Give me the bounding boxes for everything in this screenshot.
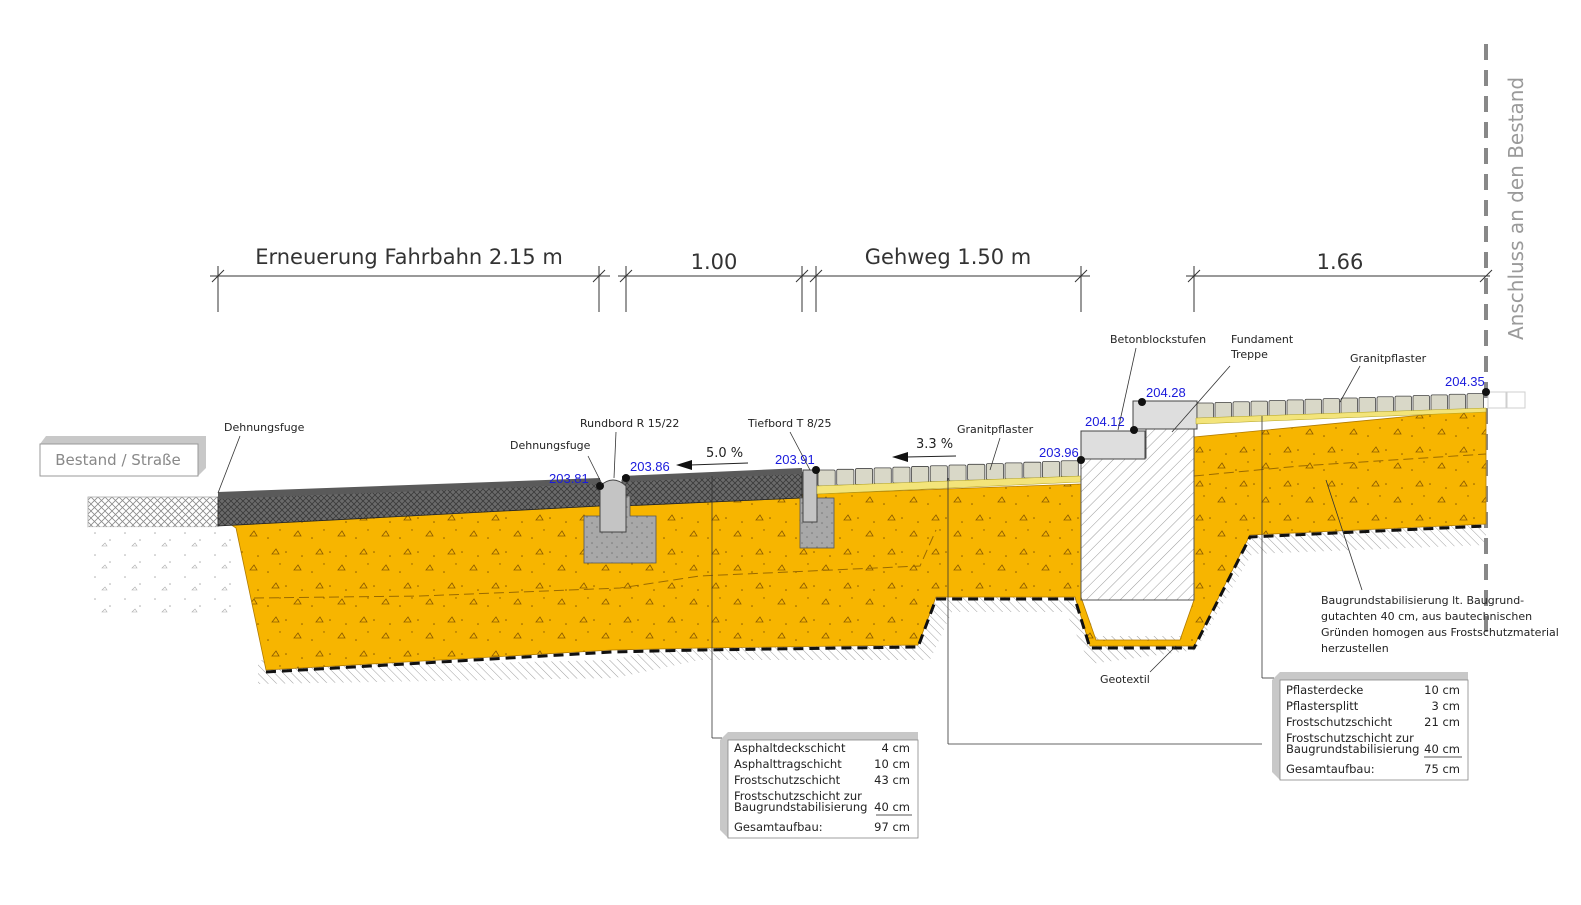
layer-table-walk: Pflasterdecke 10 cm Pflastersplitt 3 cm …: [1272, 672, 1469, 781]
paver-stone: [1286, 399, 1304, 417]
bestand-label: Bestand / Straße: [55, 451, 180, 469]
fundament-treppe: [1080, 400, 1198, 601]
paver-stone: [1060, 460, 1079, 478]
label-geotextil: Geotextil: [1100, 673, 1150, 686]
paver-stone: [1042, 461, 1061, 478]
road-row-2-value: 10 cm: [874, 757, 910, 771]
dim-gehweg: Gehweg 1.50 m: [865, 245, 1032, 269]
dim-right: 1.66: [1317, 250, 1364, 274]
bestand-box: Bestand / Straße: [39, 436, 206, 477]
elevation-204-28: 204.28: [1146, 385, 1186, 400]
paver-stone: [1394, 395, 1412, 413]
paver-stone: [1023, 461, 1042, 479]
anschluss-label: Anschluss an den Bestand: [1504, 77, 1528, 340]
label-dehnungsfuge-left: Dehnungsfuge: [224, 421, 305, 434]
paver-stone: [1304, 398, 1322, 416]
elevation-203-91: 203.91: [775, 452, 815, 467]
walk-stab-2: Baugrundstabilisierung: [1286, 742, 1419, 756]
cross-section-drawing: Erneuerung Fahrbahn 2.15 m 1.00 Gehweg 1…: [0, 0, 1581, 900]
paver-stone: [1430, 394, 1448, 412]
paver-stone: [855, 468, 874, 485]
label-baugrund-1: Baugrundstabilisierung lt. Baugrund-: [1321, 594, 1524, 607]
paver-stone: [1340, 397, 1358, 415]
paver-stone: [836, 468, 855, 486]
label-baugrund-3: Gründen homogen aus Frostschutzmaterial: [1321, 626, 1559, 639]
slope-arrow-road: [676, 460, 749, 470]
paver-stone: [948, 464, 967, 482]
elevation-203-81: 203.81: [549, 471, 589, 486]
label-fundament: Fundament: [1231, 333, 1294, 346]
walk-row-2-name: Pflastersplitt: [1286, 699, 1359, 713]
paver-stone: [1196, 402, 1214, 420]
paver-stone: [1268, 400, 1286, 417]
paver-stone: [1358, 396, 1376, 414]
walk-total-value: 75 cm: [1424, 762, 1460, 776]
walk-row-3-name: Frostschutzschicht: [1286, 715, 1393, 729]
walk-row-1-value: 10 cm: [1424, 683, 1460, 697]
existing-road: [87, 496, 233, 617]
label-granitpflaster-right: Granitpflaster: [1350, 352, 1427, 365]
label-baugrund-4: herzustellen: [1321, 642, 1389, 655]
walk-stab-value: 40 cm: [1424, 742, 1460, 756]
elevation-203-86: 203.86: [630, 459, 670, 474]
label-treppe: Treppe: [1230, 348, 1268, 361]
dim-fahrbahn: Erneuerung Fahrbahn 2.15 m: [255, 245, 563, 269]
paver-stone: [1250, 400, 1268, 418]
road-row-1-name: Asphaltdeckschicht: [734, 741, 846, 755]
slope-road: 5.0 %: [706, 446, 743, 461]
label-dehnungsfuge-mid: Dehnungsfuge: [510, 439, 591, 452]
road-row-3-value: 43 cm: [874, 773, 910, 787]
paver-stone: [1412, 395, 1430, 412]
dimension-line: [210, 266, 1493, 312]
paver-stone: [985, 463, 1004, 481]
elevation-204-35: 204.35: [1445, 374, 1485, 389]
road-stab-2: Baugrundstabilisierung: [734, 800, 867, 814]
layer-table-road: Asphaltdeckschicht 4 cm Asphalttragschic…: [720, 732, 919, 839]
slope-arrow-walk: [892, 452, 957, 462]
label-granitpflaster-mid: Granitpflaster: [957, 423, 1034, 436]
road-total-name: Gesamtaufbau:: [734, 820, 823, 834]
label-baugrund-2: gutachten 40 cm, aus bautechnischen: [1321, 610, 1532, 623]
paver-stone: [1448, 393, 1466, 411]
walk-row-1-name: Pflasterdecke: [1286, 683, 1363, 697]
drawing-canvas: Erneuerung Fahrbahn 2.15 m 1.00 Gehweg 1…: [39, 44, 1559, 839]
walk-total-name: Gesamtaufbau:: [1286, 762, 1375, 776]
paver-stone: [1466, 393, 1484, 411]
road-stab-value: 40 cm: [874, 800, 910, 814]
paver-stone: [929, 465, 948, 483]
dim-mid: 1.00: [691, 250, 738, 274]
betonblock-step-1: [1080, 430, 1146, 460]
label-rundbord: Rundbord R 15/22: [580, 417, 679, 430]
paver-stone: [1004, 462, 1023, 480]
paver-stone: [1214, 401, 1232, 419]
road-total-value: 97 cm: [874, 820, 910, 834]
paver-stone: [1376, 396, 1394, 414]
label-tiefbord: Tiefbord T 8/25: [747, 417, 832, 430]
existing-pavers: [1487, 391, 1526, 409]
label-betonblockstufen: Betonblockstufen: [1110, 333, 1206, 346]
road-row-1-value: 4 cm: [882, 741, 911, 755]
walk-row-3-value: 21 cm: [1424, 715, 1460, 729]
paver-stone: [967, 463, 986, 481]
road-row-2-name: Asphalttragschicht: [734, 757, 842, 771]
paver-stone: [817, 469, 836, 487]
paver-stone: [873, 467, 892, 485]
paver-stone: [1232, 401, 1250, 419]
paver-stone: [892, 466, 911, 484]
slope-walk: 3.3 %: [916, 437, 953, 452]
elevation-203-96: 203.96: [1039, 445, 1079, 460]
road-row-3-name: Frostschutzschicht: [734, 773, 841, 787]
walk-row-2-value: 3 cm: [1432, 699, 1461, 713]
paver-stone: [911, 466, 930, 483]
paver-stone: [1322, 398, 1340, 416]
